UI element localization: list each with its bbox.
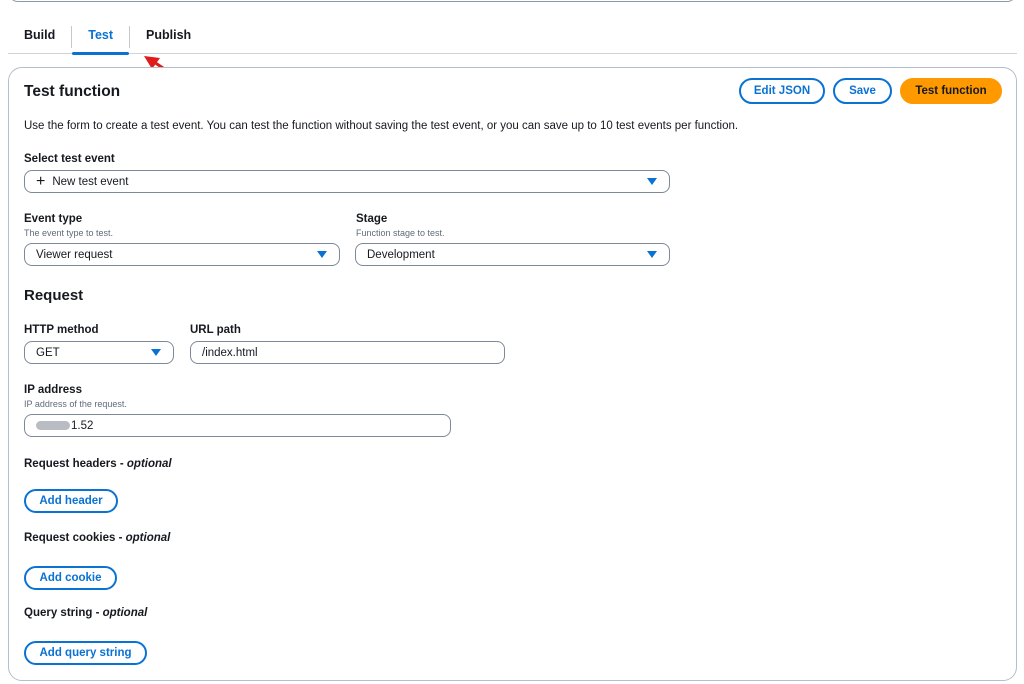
caret-down-icon [151,349,161,356]
stage-description: Function stage to test. [356,228,445,238]
stage-value: Development [367,248,435,261]
ip-address-description: IP address of the request. [24,399,127,409]
save-button[interactable]: Save [833,78,892,104]
tab-build[interactable]: Build [8,24,71,54]
request-section-title: Request [24,287,84,304]
optional-marker: optional [102,607,148,619]
select-test-event-dropdown[interactable]: + New test event [24,170,670,193]
stage-dropdown[interactable]: Development [355,243,670,266]
request-cookies-label: Request cookies - optional [24,532,170,544]
url-path-value: /index.html [202,346,258,359]
caret-down-icon [647,178,657,185]
top-container-edge [8,0,1017,2]
event-type-description: The event type to test. [24,228,114,238]
panel-actions: Edit JSON Save Test function [739,78,1002,104]
add-query-string-button[interactable]: Add query string [24,641,147,665]
panel-title: Test function [24,83,121,100]
test-function-panel: Test function Edit JSON Save Test functi… [8,67,1017,681]
ip-address-input[interactable]: 1.52 [24,414,451,437]
add-header-button[interactable]: Add header [24,489,118,513]
request-cookies-label-text: Request cookies - [24,532,126,544]
plus-icon: + [36,172,46,190]
add-cookie-button[interactable]: Add cookie [24,566,117,590]
ip-address-value: 1.52 [71,419,94,432]
tab-publish[interactable]: Publish [130,24,207,54]
redacted-text [36,421,70,430]
ip-address-label: IP address [24,384,82,396]
optional-marker: optional [126,458,172,470]
stage-label: Stage [356,213,388,225]
query-string-label-text: Query string - [24,607,103,619]
query-string-label: Query string - optional [24,607,147,619]
event-type-value: Viewer request [36,248,113,261]
request-headers-label: Request headers - optional [24,458,172,470]
http-method-value: GET [36,346,60,359]
caret-down-icon [647,251,657,258]
caret-down-icon [317,251,327,258]
event-type-label: Event type [24,213,83,225]
url-path-input[interactable]: /index.html [190,341,505,364]
event-type-dropdown[interactable]: Viewer request [24,243,340,266]
optional-marker: optional [125,532,171,544]
select-test-event-label: Select test event [24,153,115,165]
http-method-label: HTTP method [24,324,99,336]
edit-json-button[interactable]: Edit JSON [739,78,825,104]
url-path-label: URL path [190,324,241,336]
test-function-button[interactable]: Test function [900,78,1002,104]
http-method-dropdown[interactable]: GET [24,341,174,364]
tab-test[interactable]: Test [72,24,129,55]
tab-bar: Build Test Publish [8,24,1017,55]
request-headers-label-text: Request headers - [24,458,127,470]
panel-description: Use the form to create a test event. You… [24,120,739,132]
select-test-event-value: New test event [52,175,129,188]
